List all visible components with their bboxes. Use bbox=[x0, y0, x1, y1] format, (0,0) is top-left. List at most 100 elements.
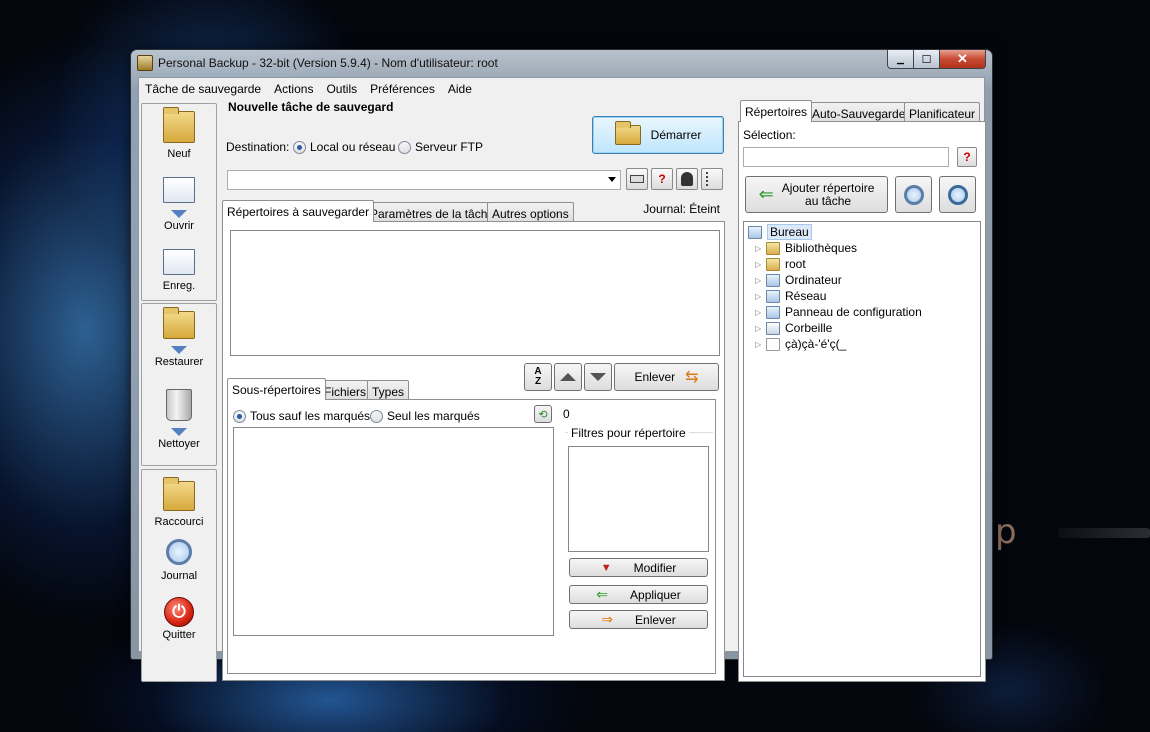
restore-dropdown-icon[interactable] bbox=[171, 346, 187, 354]
clean-dropdown-icon[interactable] bbox=[171, 428, 187, 436]
open-button[interactable]: Ouvrir bbox=[141, 177, 217, 232]
radio-ftp-indicator[interactable] bbox=[398, 140, 411, 154]
backup-directories-list[interactable] bbox=[230, 230, 720, 356]
tree-item[interactable]: ▷ Corbeille bbox=[755, 320, 832, 336]
new-folder-icon bbox=[163, 107, 195, 143]
add-directory-line2: au tâche bbox=[805, 193, 852, 208]
restore-button[interactable]: Restaurer bbox=[141, 307, 217, 368]
menu-bar: Tâche de sauvegarde Actions Outils Préfé… bbox=[139, 78, 984, 99]
new-button[interactable]: Neuf bbox=[141, 107, 217, 160]
tab-right-directories[interactable]: Répertoires bbox=[740, 100, 813, 122]
tree-item[interactable]: ▷ root bbox=[755, 256, 806, 272]
radio-only-marked-indicator[interactable] bbox=[370, 409, 383, 423]
move-down-button[interactable] bbox=[584, 363, 612, 391]
menu-task[interactable]: Tâche de sauvegarde bbox=[139, 78, 268, 99]
title-bar[interactable]: Personal Backup - 32-bit (Version 5.9.4)… bbox=[131, 50, 992, 76]
modify-filter-button[interactable]: ▼ Modifier bbox=[569, 558, 708, 577]
close-button[interactable]: ✕ bbox=[940, 50, 986, 69]
radio-all-except[interactable]: Tous sauf les marqués bbox=[233, 409, 370, 423]
tab-directories[interactable]: Répertoires à sauvegarder bbox=[222, 200, 375, 222]
subtab-subdirectories[interactable]: Sous-répertoires bbox=[227, 378, 326, 400]
subdirectories-list[interactable] bbox=[233, 427, 554, 636]
menu-help[interactable]: Aide bbox=[442, 78, 479, 99]
clean-button[interactable]: Nettoyer bbox=[141, 389, 217, 450]
filters-list[interactable] bbox=[568, 446, 709, 552]
remove-filter-button[interactable]: ⇒ Enlever bbox=[569, 610, 708, 629]
tree-item[interactable]: ▷ Bibliothèques bbox=[755, 240, 857, 256]
move-up-button[interactable] bbox=[554, 363, 582, 391]
destination-combo[interactable] bbox=[227, 170, 621, 190]
expand-icon[interactable]: ▷ bbox=[755, 308, 763, 317]
window-title: Personal Backup - 32-bit (Version 5.9.4)… bbox=[158, 56, 498, 70]
tree-item[interactable]: ▷ çà)çà-'é'ç(_ bbox=[755, 336, 846, 352]
expand-icon[interactable]: ▷ bbox=[755, 244, 763, 253]
tree-icon bbox=[706, 172, 718, 186]
radio-ftp[interactable]: Serveur FTP bbox=[398, 140, 483, 154]
start-button[interactable]: Démarrer bbox=[592, 116, 724, 154]
drive-icon bbox=[630, 175, 644, 183]
filters-label: Filtres pour répertoire bbox=[568, 426, 689, 440]
refresh-icon: ⟲ bbox=[538, 408, 548, 421]
tab-auto-backup[interactable]: Auto-Sauvegarde bbox=[807, 102, 911, 122]
apply-filter-button[interactable]: ⇐ Appliquer bbox=[569, 585, 708, 604]
new-label: Neuf bbox=[167, 148, 191, 160]
selection-help-button[interactable]: ? bbox=[957, 147, 977, 167]
directory-tree[interactable]: Bureau ▷ Bibliothèques ▷ root ▷ Ordinate… bbox=[743, 221, 981, 677]
radio-only-marked[interactable]: Seul les marqués bbox=[370, 409, 480, 423]
menu-preferences[interactable]: Préférences bbox=[364, 78, 442, 99]
help-button[interactable]: ? bbox=[651, 168, 673, 190]
save-label: Enreg. bbox=[162, 280, 196, 292]
expand-icon[interactable]: ▷ bbox=[755, 260, 763, 269]
subtab-files[interactable]: Fichiers bbox=[319, 380, 372, 400]
sort-button[interactable]: AZ bbox=[524, 363, 552, 391]
search-list-button[interactable] bbox=[939, 176, 976, 213]
expand-icon[interactable]: ▷ bbox=[755, 276, 763, 285]
log-button[interactable]: Journal bbox=[141, 539, 217, 582]
expand-icon[interactable]: ▷ bbox=[755, 324, 763, 333]
orange-arrow-right-icon: ⇒ bbox=[601, 611, 614, 627]
radio-local-indicator[interactable] bbox=[293, 140, 306, 154]
subtab-types[interactable]: Types bbox=[367, 380, 410, 400]
save-button[interactable]: Enreg. bbox=[141, 249, 217, 292]
library-folder-icon bbox=[766, 241, 780, 255]
tab-task-settings[interactable]: Paramètres de la tâche bbox=[365, 202, 500, 222]
save-doc-icon bbox=[163, 249, 195, 275]
selection-help-icon: ? bbox=[963, 150, 971, 164]
radio-all-except-label: Tous sauf les marqués bbox=[250, 409, 371, 423]
add-directory-button[interactable]: ⇐ Ajouter répertoire au tâche bbox=[745, 176, 888, 213]
tree-item[interactable]: ▷ Réseau bbox=[755, 288, 826, 304]
log-magnifier-icon bbox=[166, 539, 192, 565]
radio-local-label: Local ou réseau bbox=[310, 140, 396, 154]
search-directory-button[interactable] bbox=[895, 176, 932, 213]
chevron-down-icon[interactable] bbox=[608, 177, 616, 182]
folder-icon bbox=[766, 337, 780, 351]
tree-item-label: çà)çà-'é'ç(_ bbox=[785, 337, 847, 351]
quit-button[interactable]: ⏻ Quitter bbox=[141, 597, 217, 641]
maximize-button[interactable]: ☐ bbox=[914, 50, 940, 69]
tree-item-label: Bibliothèques bbox=[785, 241, 858, 255]
refresh-button[interactable]: ⟲ bbox=[534, 405, 552, 423]
tree-button[interactable] bbox=[701, 168, 723, 190]
selection-input[interactable] bbox=[743, 147, 949, 167]
radio-all-except-indicator[interactable] bbox=[233, 409, 246, 423]
right-panel: Répertoires Auto-Sauvegarde Planificateu… bbox=[738, 99, 986, 682]
drive-button[interactable] bbox=[626, 168, 648, 190]
network-icon bbox=[766, 289, 780, 303]
tree-item[interactable]: ▷ Ordinateur bbox=[755, 272, 842, 288]
tab-other-options[interactable]: Autres options bbox=[487, 202, 574, 222]
computer-icon bbox=[766, 273, 780, 287]
tab-scheduler[interactable]: Planificateur bbox=[904, 102, 981, 122]
expand-icon[interactable]: ▷ bbox=[755, 340, 763, 349]
open-dropdown-icon[interactable] bbox=[171, 210, 187, 218]
minimize-button[interactable]: ▁ bbox=[887, 50, 914, 69]
user-button[interactable] bbox=[676, 168, 698, 190]
radio-local[interactable]: Local ou réseau bbox=[293, 140, 395, 154]
remove-directory-button[interactable]: Enlever ⇆ bbox=[614, 363, 719, 391]
shortcut-button[interactable]: Raccourci bbox=[141, 477, 217, 528]
menu-tools[interactable]: Outils bbox=[320, 78, 364, 99]
expand-icon[interactable]: ▷ bbox=[755, 292, 763, 301]
menu-actions[interactable]: Actions bbox=[268, 78, 320, 99]
tree-item-desktop[interactable]: Bureau bbox=[748, 224, 812, 240]
tree-item-label: Ordinateur bbox=[785, 273, 842, 287]
tree-item[interactable]: ▷ Panneau de configuration bbox=[755, 304, 922, 320]
